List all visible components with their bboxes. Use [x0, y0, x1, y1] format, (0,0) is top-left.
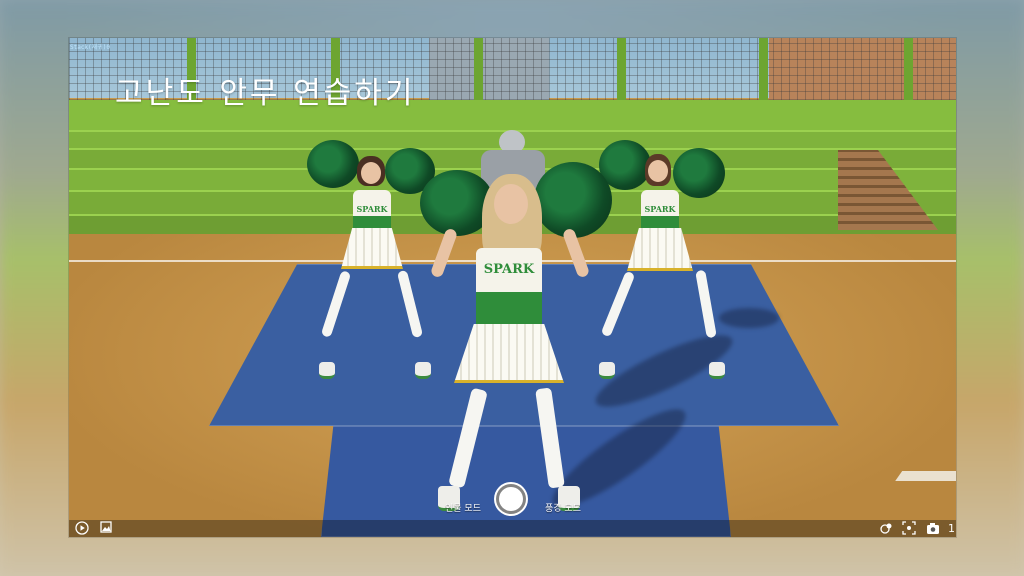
- pompom: [307, 140, 359, 188]
- cheerleader-left[interactable]: [307, 140, 435, 380]
- fence-post: [474, 38, 483, 104]
- pleated-skirt: [627, 228, 693, 271]
- pompom-shadow: [719, 308, 779, 328]
- pompom: [534, 162, 612, 238]
- face: [361, 162, 381, 184]
- face: [494, 184, 528, 224]
- debug-line: Stack(재귀)0: [70, 44, 110, 51]
- leg: [695, 269, 717, 339]
- leg: [535, 387, 565, 489]
- sneaker: [599, 362, 615, 379]
- portrait-mode-button[interactable]: 인물 모드: [445, 501, 481, 514]
- uniform-logo: SPARK: [483, 262, 535, 277]
- sneaker: [709, 362, 725, 379]
- effects-icon[interactable]: [879, 521, 893, 535]
- debug-overlay: Stack(재귀)0: [70, 44, 110, 51]
- uniform-band: [641, 216, 679, 230]
- leg: [320, 270, 352, 338]
- uniform-logo: SPARK: [356, 204, 388, 214]
- leg: [600, 270, 636, 338]
- face: [648, 160, 668, 182]
- cheerleader-center[interactable]: SPARK: [420, 162, 612, 514]
- leg: [448, 387, 488, 489]
- cheerleader-right[interactable]: [599, 140, 725, 380]
- fullscreen-icon[interactable]: [902, 521, 916, 535]
- pleated-skirt: [454, 324, 564, 383]
- arm: [429, 227, 459, 279]
- uniform-band: [476, 292, 542, 326]
- pompom: [673, 148, 725, 198]
- gallery-icon[interactable]: [99, 521, 113, 535]
- stadium-scene: SPARK SPARK SPARK: [69, 38, 956, 537]
- bottom-toolbar: [69, 520, 956, 537]
- game-viewport[interactable]: SPARK SPARK SPARK Stack(재귀)0 고난도 안무 연습하기…: [69, 38, 956, 537]
- play-icon[interactable]: [75, 521, 89, 535]
- fence-post: [904, 38, 913, 104]
- scene-title: 고난도 안무 연습하기: [115, 76, 416, 111]
- sneaker: [319, 362, 335, 379]
- photo-counter: 1: [948, 522, 955, 535]
- fence-post: [759, 38, 768, 104]
- uniform-logo: SPARK: [644, 204, 676, 214]
- camera-icon[interactable]: [926, 521, 940, 535]
- uniform-band: [353, 216, 391, 230]
- landscape-mode-button[interactable]: 풍경 모드: [545, 501, 581, 514]
- pleated-skirt: [341, 228, 403, 269]
- fence-post: [617, 38, 626, 104]
- shutter-icon[interactable]: [499, 487, 523, 511]
